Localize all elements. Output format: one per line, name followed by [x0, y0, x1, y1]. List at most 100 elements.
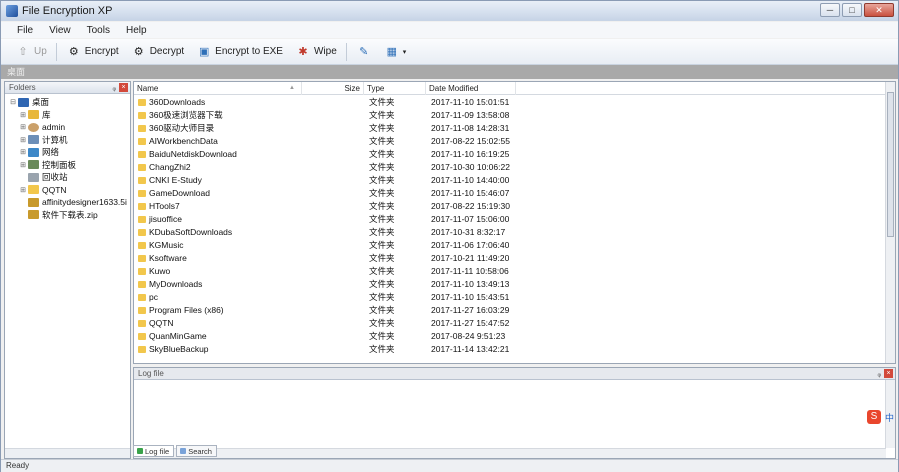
view-mode-button[interactable]: ▦ ▾ [378, 41, 413, 63]
folder-icon [138, 164, 146, 171]
tree-item[interactable]: 软件下载表.zip [5, 209, 130, 222]
tree-item[interactable]: ⊞ 控制面板 [5, 159, 130, 172]
wipe-button[interactable]: ✱ Wipe [289, 41, 343, 63]
toolbar: ⇧ Up ⚙ Encrypt ⚙ Decrypt ▣ Encrypt to EX… [1, 39, 898, 65]
folder-icon [138, 294, 146, 301]
pin-icon[interactable]: ᵩ [877, 368, 881, 380]
file-date-modified: 2017-11-09 13:58:08 [431, 110, 510, 120]
scrollbar-thumb[interactable] [887, 92, 894, 237]
file-type: 文件夹 [369, 188, 395, 198]
table-row[interactable]: QuanMinGame 文件夹 2017-08-24 9:51:23 [134, 330, 886, 343]
table-row[interactable]: BaiduNetdiskDownload 文件夹 2017-11-10 16:19:… [134, 148, 886, 161]
decrypt-button[interactable]: ⚙ Decrypt [125, 41, 190, 63]
table-row[interactable]: 360驱动大师目录 文件夹 2017-11-08 14:28:31 [134, 122, 886, 135]
file-date-modified: 2017-11-10 15:43:51 [431, 292, 510, 302]
column-size[interactable]: Size [302, 82, 364, 95]
pin-icon[interactable]: ᵩ [112, 82, 116, 94]
view-grid-icon: ▦ [386, 46, 397, 58]
menu-view[interactable]: View [41, 25, 79, 36]
horizontal-scrollbar[interactable] [5, 448, 130, 458]
network-icon [28, 147, 39, 157]
tree-item[interactable]: ⊞ QQTN [5, 184, 130, 197]
menu-file[interactable]: File [9, 25, 41, 36]
user-icon [28, 122, 39, 132]
file-date-modified: 2017-08-22 15:19:30 [431, 201, 510, 211]
table-row[interactable]: HTools7 文件夹 2017-08-22 15:19:30 [134, 200, 886, 213]
table-row[interactable]: Ksoftware 文件夹 2017-10-21 11:49:20 [134, 252, 886, 265]
tree-item-label: 控制面板 [42, 159, 77, 170]
expand-toggle-icon[interactable]: ⊞ [19, 161, 27, 169]
folders-panel: Folders ᵩ × ⊟ 桌面 ⊞ 库 ⊞ admin ⊞ 计算机 ⊞ 网络 ⊞ 控制面板 回收站 ⊞ Q… [4, 81, 131, 459]
menu-help[interactable]: Help [118, 25, 155, 36]
vertical-scrollbar[interactable] [885, 82, 895, 363]
folder-icon [138, 190, 146, 197]
tree-item[interactable]: affinitydesigner1633.5i [5, 196, 130, 209]
maximize-button[interactable]: □ [842, 3, 862, 17]
table-row[interactable]: 360极速浏览器下载 文件夹 2017-11-09 13:58:08 [134, 109, 886, 122]
tree-item[interactable]: 回收站 [5, 171, 130, 184]
tree-item[interactable]: ⊞ 网络 [5, 146, 130, 159]
file-date-modified: 2017-10-31 8:32:17 [431, 227, 506, 237]
up-button[interactable]: ⇧ Up [9, 41, 53, 63]
app-window: File Encryption XP ─ □ ✕ File View Tools… [0, 0, 899, 472]
tab-log-file[interactable]: Log file [133, 445, 175, 457]
ime-language-indicator[interactable]: 中 [885, 411, 894, 424]
table-row[interactable]: QQTN 文件夹 2017-11-27 15:47:52 [134, 317, 886, 330]
folder-icon [138, 112, 146, 119]
table-row[interactable]: AIWorkbenchData 文件夹 2017-08-22 15:02:55 [134, 135, 886, 148]
table-row[interactable]: GameDownload 文件夹 2017-11-10 15:46:07 [134, 187, 886, 200]
expand-toggle-icon[interactable]: ⊟ [9, 98, 17, 106]
file-name: Program Files (x86) [149, 305, 224, 315]
table-row[interactable]: KDubaSoftDownloads 文件夹 2017-10-31 8:32:17 [134, 226, 886, 239]
close-panel-icon[interactable]: × [884, 369, 893, 378]
menu-tools[interactable]: Tools [79, 25, 118, 36]
table-row[interactable]: Kuwo 文件夹 2017-11-11 10:58:06 [134, 265, 886, 278]
wipe-icon: ✱ [298, 46, 308, 58]
folder-icon [138, 151, 146, 158]
tree-item[interactable]: ⊟ 桌面 [5, 96, 130, 109]
file-type: 文件夹 [369, 162, 395, 172]
table-row[interactable]: SkyBlueBackup 文件夹 2017-11-14 13:42:21 [134, 343, 886, 356]
tree-item[interactable]: ⊞ 计算机 [5, 134, 130, 147]
encrypt-to-exe-button[interactable]: ▣ Encrypt to EXE [190, 41, 289, 63]
table-row[interactable]: pc 文件夹 2017-11-10 15:43:51 [134, 291, 886, 304]
file-name: AIWorkbenchData [149, 136, 218, 146]
table-row[interactable]: Program Files (x86) 文件夹 2017-11-27 16:03:2… [134, 304, 886, 317]
toolbar-separator [55, 42, 57, 61]
expand-toggle-icon[interactable]: ⊞ [19, 186, 27, 194]
table-row[interactable]: CNKI E-Study 文件夹 2017-11-10 14:40:00 [134, 174, 886, 187]
file-date-modified: 2017-11-27 16:03:29 [431, 305, 510, 315]
table-row[interactable]: jisuoffice 文件夹 2017-11-07 15:06:00 [134, 213, 886, 226]
minimize-button[interactable]: ─ [820, 3, 840, 17]
up-folder-icon: ⇧ [18, 46, 28, 58]
tree-item-label: QQTN [42, 184, 67, 195]
dropdown-arrow-icon: ▾ [402, 48, 407, 56]
table-row[interactable]: KGMusic 文件夹 2017-11-06 17:06:40 [134, 239, 886, 252]
window-title: File Encryption XP [22, 5, 113, 17]
ime-logo-icon[interactable]: S [867, 410, 881, 424]
tree-item-label: 计算机 [42, 134, 68, 145]
table-row[interactable]: ChangZhi2 文件夹 2017-10-30 10:06:22 [134, 161, 886, 174]
log-horizontal-scrollbar[interactable] [134, 448, 886, 458]
file-type: 文件夹 [369, 201, 395, 211]
column-type[interactable]: Type [364, 82, 426, 95]
tree-item[interactable]: ⊞ admin [5, 121, 130, 134]
edit-document-icon: ✎ [359, 46, 369, 58]
expand-toggle-icon[interactable]: ⊞ [19, 136, 27, 144]
close-panel-icon[interactable]: × [119, 83, 128, 92]
expand-toggle-icon[interactable]: ⊞ [19, 111, 27, 119]
tree-item[interactable]: ⊞ 库 [5, 109, 130, 122]
close-button[interactable]: ✕ [864, 3, 894, 17]
column-date-modified[interactable]: Date Modified [426, 82, 516, 95]
tab-search[interactable]: Search [176, 445, 217, 457]
properties-button[interactable]: ✎ [350, 41, 378, 63]
folder-icon [138, 125, 146, 132]
file-type: 文件夹 [369, 97, 395, 107]
encrypt-button[interactable]: ⚙ Encrypt [60, 41, 125, 63]
folder-icon [28, 185, 39, 195]
expand-toggle-icon[interactable]: ⊞ [19, 148, 27, 156]
table-row[interactable]: MyDownloads 文件夹 2017-11-10 13:49:13 [134, 278, 886, 291]
column-name[interactable]: Name [134, 82, 302, 95]
table-row[interactable]: 360Downloads 文件夹 2017-11-10 15:01:51 [134, 96, 886, 109]
expand-toggle-icon[interactable]: ⊞ [19, 123, 27, 131]
